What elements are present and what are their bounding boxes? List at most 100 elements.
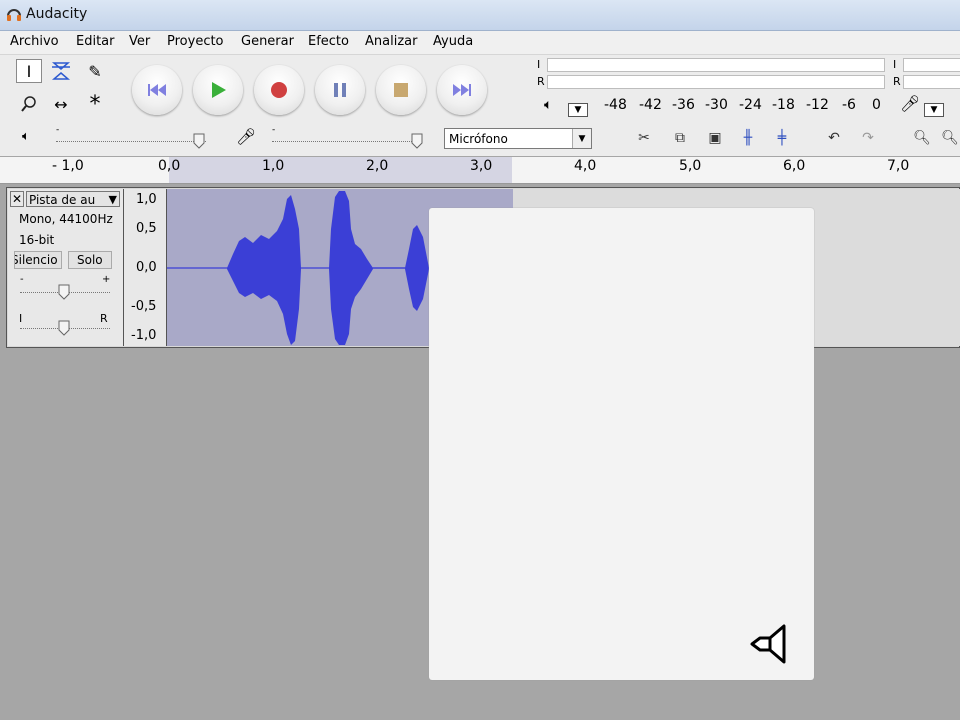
ruler-tick-label: 5,0 (679, 158, 702, 174)
gain-minus-label: - (20, 274, 24, 285)
magnifier-icon (21, 96, 36, 112)
record-meter-right-label: R (893, 75, 901, 88)
pause-icon (334, 83, 346, 97)
ibeam-icon: I (26, 61, 32, 81)
input-volume-icon: 🎤︎ (236, 127, 257, 146)
record-icon (271, 82, 287, 98)
timeshift-tool-button[interactable]: ↔ (48, 92, 74, 116)
ruler-tick-label: 6,0 (783, 158, 806, 174)
input-source-select[interactable]: Micrófono ▼ (444, 128, 592, 149)
menu-editar[interactable]: Editar (76, 34, 115, 49)
overlay-panel (429, 208, 814, 680)
pan-slider[interactable] (58, 320, 70, 336)
multi-tool-button[interactable]: * (82, 92, 108, 117)
redo-icon: ↷ (862, 130, 874, 146)
envelope-icon (51, 62, 71, 80)
pencil-icon: ✎ (88, 61, 102, 81)
skip-to-end-button[interactable] (437, 65, 487, 115)
close-icon: ✕ (11, 192, 23, 206)
zoom-in-icon: 🔍︎ (913, 130, 931, 146)
amplitude-label: 0,5 (136, 221, 157, 236)
play-button[interactable] (193, 65, 243, 115)
menu-ver[interactable]: Ver (129, 34, 150, 49)
close-track-button[interactable]: ✕ (10, 191, 24, 207)
undo-button[interactable]: ↶ (822, 127, 846, 149)
input-source-value: Micrófono (449, 132, 508, 146)
meter-scale-label: -30 (705, 97, 728, 113)
meter-left-label: I (537, 58, 541, 71)
skip-to-start-button[interactable] (132, 65, 182, 115)
silence-button[interactable]: ╪ (770, 127, 794, 149)
redo-button[interactable]: ↷ (856, 127, 880, 149)
pause-button[interactable] (315, 65, 365, 115)
solo-label: Solo (77, 253, 103, 267)
gain-slider[interactable] (58, 284, 70, 300)
undo-icon: ↶ (828, 130, 840, 146)
amplitude-label: -0,5 (131, 299, 157, 314)
scissors-icon: ✂ (638, 130, 650, 146)
amplitude-label: 1,0 (136, 192, 157, 207)
envelope-tool-button[interactable] (48, 59, 74, 83)
zoom-out-icon: 🔍︎ (941, 130, 959, 146)
meter-scale-label: -6 (842, 97, 856, 113)
playback-meter-dropdown[interactable]: ▼ (568, 103, 588, 117)
menu-efecto[interactable]: Efecto (308, 34, 349, 49)
input-volume-slider[interactable] (411, 133, 423, 149)
audacity-logo-icon (7, 9, 21, 21)
skip-end-icon (453, 84, 471, 96)
mute-label: Silencio (14, 253, 58, 267)
stop-button[interactable] (376, 65, 426, 115)
track-name: Pista de au (29, 193, 96, 207)
record-button[interactable] (254, 65, 304, 115)
record-meter-dropdown[interactable]: ▼ (924, 103, 944, 117)
menu-generar[interactable]: Generar (241, 34, 294, 49)
pan-left-label: I (19, 312, 23, 325)
ruler-tick-label: - 1,0 (52, 158, 84, 174)
meter-scale-label: -42 (639, 97, 662, 113)
track-sample-rate: Mono, 44100Hz (19, 212, 113, 226)
speaker-meter-icon[interactable]: 🔈︎ (544, 97, 552, 113)
record-meter-left (903, 58, 960, 72)
skip-start-icon (148, 84, 166, 96)
amplitude-label: 0,0 (136, 260, 157, 275)
trim-button[interactable]: ╫ (736, 127, 760, 149)
zoom-out-button[interactable]: 🔍︎ (940, 127, 960, 149)
ruler-tick-label: 1,0 (262, 158, 285, 174)
cut-button[interactable]: ✂ (632, 127, 656, 149)
title-bar (0, 0, 960, 31)
output-slider-min: - (56, 125, 60, 135)
menu-analizar[interactable]: Analizar (365, 34, 417, 49)
draw-tool-button[interactable]: ✎ (82, 59, 108, 83)
track-menu-button[interactable]: Pista de au ▼ (26, 191, 120, 207)
menu-archivo[interactable]: Archivo (10, 34, 59, 49)
ruler-tick-label: 7,0 (887, 158, 910, 174)
selection-tool-button[interactable]: I (16, 59, 42, 83)
menu-ayuda[interactable]: Ayuda (433, 34, 473, 49)
output-volume-track (56, 141, 206, 142)
menu-proyecto[interactable]: Proyecto (167, 34, 224, 49)
chevron-down-icon: ▼ (108, 193, 117, 206)
ruler-tick-label: 2,0 (366, 158, 389, 174)
zoom-tool-button[interactable] (16, 92, 42, 116)
input-volume-track (272, 141, 422, 142)
ruler-tick-label: 3,0 (470, 158, 493, 174)
trim-icon: ╫ (743, 130, 753, 146)
solo-button[interactable]: Solo (68, 251, 112, 269)
ruler-tick-label: 4,0 (574, 158, 597, 174)
track-bit-depth: 16-bit (19, 233, 55, 247)
mute-button[interactable]: Silencio (14, 251, 62, 269)
ruler-selection-region (169, 157, 512, 183)
copy-icon: ⧉ (675, 130, 685, 146)
zoom-in-button[interactable]: 🔍︎ (910, 127, 934, 149)
pan-right-label: R (100, 312, 108, 325)
meter-right-label: R (537, 75, 545, 88)
meter-scale-label: -18 (772, 97, 795, 113)
output-volume-slider[interactable] (193, 133, 205, 149)
playback-meter-left (547, 58, 885, 72)
microphone-meter-icon[interactable]: 🎤︎ (900, 94, 920, 113)
meter-scale-label: -36 (672, 97, 695, 113)
copy-button[interactable]: ⧉ (668, 127, 692, 149)
paste-button[interactable]: ▣ (703, 127, 727, 149)
meter-scale-label: -48 (604, 97, 627, 113)
gain-plus-label: + (102, 274, 111, 285)
